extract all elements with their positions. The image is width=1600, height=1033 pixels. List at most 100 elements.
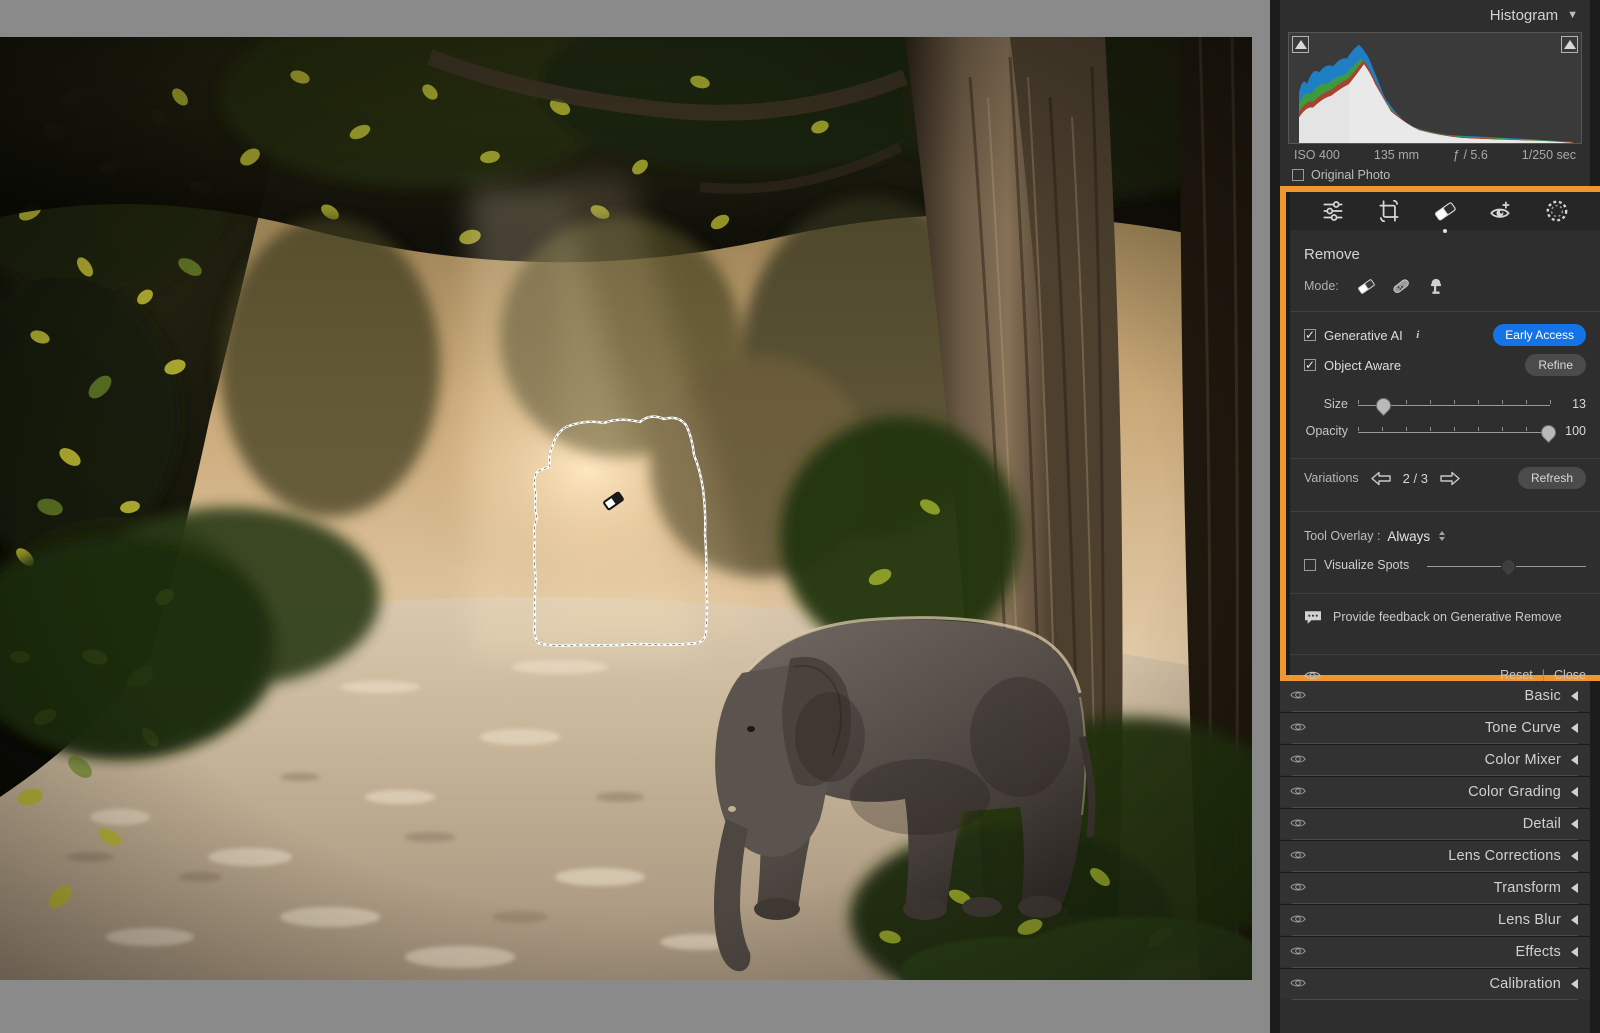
eye-visibility-icon[interactable]	[1290, 848, 1306, 864]
exif-aperture: ƒ / 5.6	[1453, 148, 1488, 162]
opacity-slider-track[interactable]	[1358, 421, 1560, 443]
section-label: Lens Corrections	[1448, 848, 1561, 864]
sidebar-item-detail[interactable]: Detail	[1280, 809, 1590, 839]
histogram-title: Histogram	[1489, 6, 1559, 24]
visualize-spots-label: Visualize Spots	[1324, 558, 1410, 572]
refresh-button[interactable]: Refresh	[1517, 467, 1586, 489]
section-label: Basic	[1524, 688, 1561, 704]
eye-visibility-icon[interactable]	[1290, 688, 1306, 704]
shadow-clipping-indicator[interactable]	[1292, 36, 1309, 53]
chevron-left-icon[interactable]	[1571, 883, 1578, 893]
variations-label: Variations	[1304, 471, 1359, 485]
size-slider-row[interactable]: Size 13	[1290, 390, 1600, 417]
speech-bubble-icon	[1304, 610, 1322, 625]
early-access-badge[interactable]: Early Access	[1493, 324, 1586, 346]
chevron-left-icon[interactable]	[1571, 723, 1578, 733]
sidebar-item-color-mixer[interactable]: Color Mixer	[1280, 745, 1590, 775]
original-photo-toggle[interactable]: Original Photo	[1280, 162, 1590, 182]
eye-visibility-icon[interactable]	[1290, 912, 1306, 928]
edit-sliders-icon[interactable]	[1320, 198, 1346, 224]
clone-mode-icon[interactable]	[1425, 275, 1447, 297]
opacity-slider-row[interactable]: Opacity 100	[1290, 417, 1600, 444]
eye-visibility-icon[interactable]	[1290, 720, 1306, 736]
size-slider-track[interactable]	[1358, 394, 1551, 416]
sidebar-item-color-grading[interactable]: Color Grading	[1280, 777, 1590, 807]
eye-visibility-icon[interactable]	[1304, 669, 1321, 682]
close-button[interactable]: Close	[1554, 668, 1586, 682]
refine-button[interactable]: Refine	[1525, 354, 1586, 376]
panel-section-list: Basic Tone Curve Color Mixer Color Gradi…	[1280, 681, 1590, 1000]
exif-iso: ISO 400	[1294, 148, 1340, 162]
eye-visibility-icon[interactable]	[1290, 944, 1306, 960]
triangle-up-icon	[1294, 40, 1307, 49]
remove-eraser-icon[interactable]	[1432, 198, 1458, 233]
tool-overlay-value[interactable]: Always	[1387, 529, 1430, 544]
chevron-left-icon[interactable]	[1571, 787, 1578, 797]
variations-row: Variations 2 / 3 Refresh	[1290, 459, 1600, 497]
highlight-clipping-indicator[interactable]	[1561, 36, 1578, 53]
sidebar-item-effects[interactable]: Effects	[1280, 937, 1590, 967]
red-eye-icon[interactable]	[1488, 198, 1514, 224]
section-label: Transform	[1493, 880, 1561, 896]
generative-ai-checkbox[interactable]: ✓	[1304, 329, 1316, 341]
sidebar-item-calibration[interactable]: Calibration	[1280, 969, 1590, 999]
section-label: Calibration	[1489, 976, 1561, 992]
exif-info-row: ISO 400 135 mm ƒ / 5.6 1/250 sec	[1280, 144, 1590, 162]
histogram-header[interactable]: Histogram ▼	[1280, 0, 1590, 30]
eye-visibility-icon[interactable]	[1290, 784, 1306, 800]
chevron-down-icon[interactable]: ▼	[1567, 9, 1578, 21]
footer-links: Reset | Close	[1500, 668, 1586, 682]
remove-panel: Remove Mode: ✓ Generative AI i Early Acc…	[1290, 192, 1600, 682]
histogram-graph[interactable]	[1288, 32, 1582, 144]
visualize-spots-row[interactable]: Visualize Spots	[1290, 551, 1600, 579]
eye-visibility-icon[interactable]	[1290, 880, 1306, 896]
chevron-updown-icon[interactable]	[1439, 531, 1446, 541]
chevron-left-icon[interactable]	[1571, 819, 1578, 829]
visualize-spots-slider-track[interactable]	[1427, 555, 1586, 578]
masking-icon[interactable]	[1544, 198, 1570, 224]
mode-row: Mode:	[1290, 263, 1600, 297]
feedback-link[interactable]: Provide feedback on Generative Remove	[1333, 610, 1562, 624]
erase-mode-icon[interactable]	[1355, 275, 1377, 297]
sidebar-item-tone-curve[interactable]: Tone Curve	[1280, 713, 1590, 743]
feedback-row[interactable]: Provide feedback on Generative Remove	[1290, 594, 1600, 640]
size-value[interactable]: 13	[1550, 397, 1586, 411]
chevron-left-icon[interactable]	[1571, 755, 1578, 765]
size-slider-handle[interactable]	[1372, 394, 1395, 416]
sidebar-item-lens-blur[interactable]: Lens Blur	[1280, 905, 1590, 935]
exif-shutter-speed: 1/250 sec	[1521, 148, 1576, 162]
variation-next-button[interactable]	[1439, 471, 1461, 486]
original-photo-checkbox[interactable]	[1292, 169, 1304, 181]
heal-mode-icon[interactable]	[1390, 275, 1412, 297]
chevron-left-icon[interactable]	[1571, 851, 1578, 861]
sidebar-item-lens-corrections[interactable]: Lens Corrections	[1280, 841, 1590, 871]
chevron-left-icon[interactable]	[1571, 947, 1578, 957]
chevron-left-icon[interactable]	[1571, 915, 1578, 925]
sidebar-item-transform[interactable]: Transform	[1280, 873, 1590, 903]
histogram-plot	[1289, 33, 1581, 143]
visualize-spots-slider-handle[interactable]	[1498, 555, 1520, 578]
generative-ai-row[interactable]: ✓ Generative AI i Early Access	[1290, 320, 1600, 350]
section-label: Detail	[1522, 816, 1561, 832]
chevron-left-icon[interactable]	[1571, 979, 1578, 989]
eye-visibility-icon[interactable]	[1290, 976, 1306, 992]
section-label: Color Grading	[1468, 784, 1561, 800]
object-aware-row[interactable]: ✓ Object Aware Refine	[1290, 350, 1600, 380]
tool-strip	[1290, 192, 1600, 233]
info-icon[interactable]: i	[1411, 328, 1425, 342]
variation-previous-button[interactable]	[1370, 471, 1392, 486]
crop-icon[interactable]	[1376, 198, 1402, 224]
footer-separator: |	[1541, 668, 1546, 682]
tool-overlay-row[interactable]: Tool Overlay : Always	[1290, 521, 1600, 551]
eye-visibility-icon[interactable]	[1290, 752, 1306, 768]
visualize-spots-checkbox[interactable]	[1304, 559, 1316, 571]
eye-visibility-icon[interactable]	[1290, 816, 1306, 832]
object-aware-checkbox[interactable]: ✓	[1304, 359, 1316, 371]
sidebar-item-basic[interactable]: Basic	[1280, 681, 1590, 711]
remove-panel-highlight: Remove Mode: ✓ Generative AI i Early Acc…	[1280, 186, 1600, 682]
chevron-left-icon[interactable]	[1571, 691, 1578, 701]
reset-button[interactable]: Reset	[1500, 668, 1533, 682]
exif-focal-length: 135 mm	[1373, 148, 1420, 162]
mode-label: Mode:	[1304, 279, 1339, 293]
opacity-label: Opacity	[1305, 423, 1348, 438]
